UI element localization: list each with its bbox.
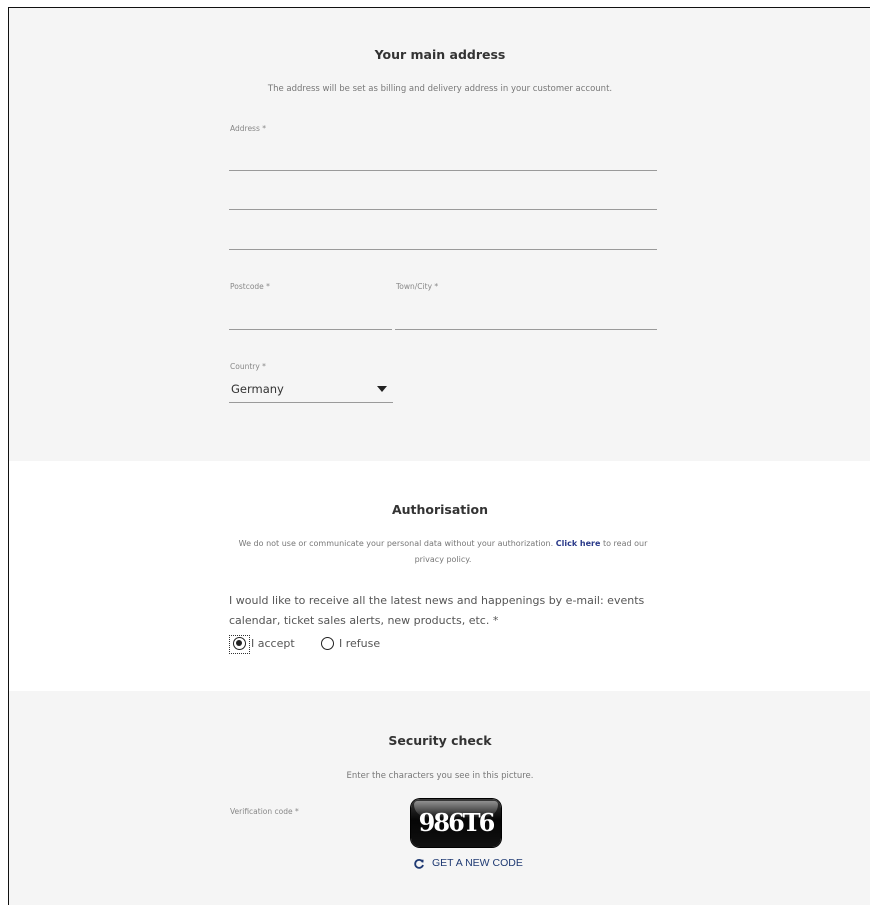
caret-down-icon (377, 386, 387, 392)
page-frame: Your main address The address will be se… (8, 7, 870, 905)
captcha-image: 986T6 (411, 799, 501, 847)
radio-unchecked-icon[interactable] (321, 637, 334, 650)
privacy-text: We do not use or communicate your person… (238, 539, 554, 548)
radio-refuse[interactable]: I refuse (317, 635, 397, 655)
address-section-title: Your main address (374, 47, 506, 62)
address-line-2-input[interactable] (229, 187, 657, 210)
town-label: Town/City * (396, 282, 439, 291)
captcha-gloss (414, 801, 498, 817)
radio-refuse-label: I refuse (339, 637, 381, 650)
address-line-3-input[interactable] (229, 227, 657, 250)
address-section-subtitle: The address will be set as billing and d… (267, 84, 613, 94)
privacy-policy-link[interactable]: Click here (556, 539, 601, 548)
country-select[interactable]: Germany (229, 375, 393, 403)
radio-checked-icon[interactable] (233, 637, 246, 650)
newsletter-question: I would like to receive all the latest n… (229, 594, 645, 627)
radio-accept[interactable]: I accept (229, 635, 311, 655)
postcode-input[interactable] (229, 307, 392, 330)
radio-accept-label: I accept (251, 637, 295, 650)
postcode-label: Postcode * (230, 282, 270, 291)
privacy-notice: We do not use or communicate your person… (229, 536, 657, 568)
refresh-icon (414, 858, 424, 869)
address-label: Address * (230, 124, 267, 133)
authorisation-title: Authorisation (391, 502, 489, 517)
address-line-1-input[interactable] (229, 148, 657, 171)
get-new-code-label: GET A NEW CODE (432, 857, 523, 869)
country-selected-value: Germany (231, 382, 284, 396)
address-section: Your main address The address will be se… (9, 8, 870, 461)
security-subtitle: Enter the characters you see in this pic… (346, 771, 534, 781)
authorisation-section: Authorisation We do not use or communica… (9, 461, 870, 691)
verification-code-label: Verification code * (230, 807, 299, 816)
security-section: Security check Enter the characters you … (9, 691, 870, 905)
town-input[interactable] (395, 307, 657, 330)
security-title: Security check (388, 733, 492, 748)
country-label: Country * (230, 362, 266, 371)
